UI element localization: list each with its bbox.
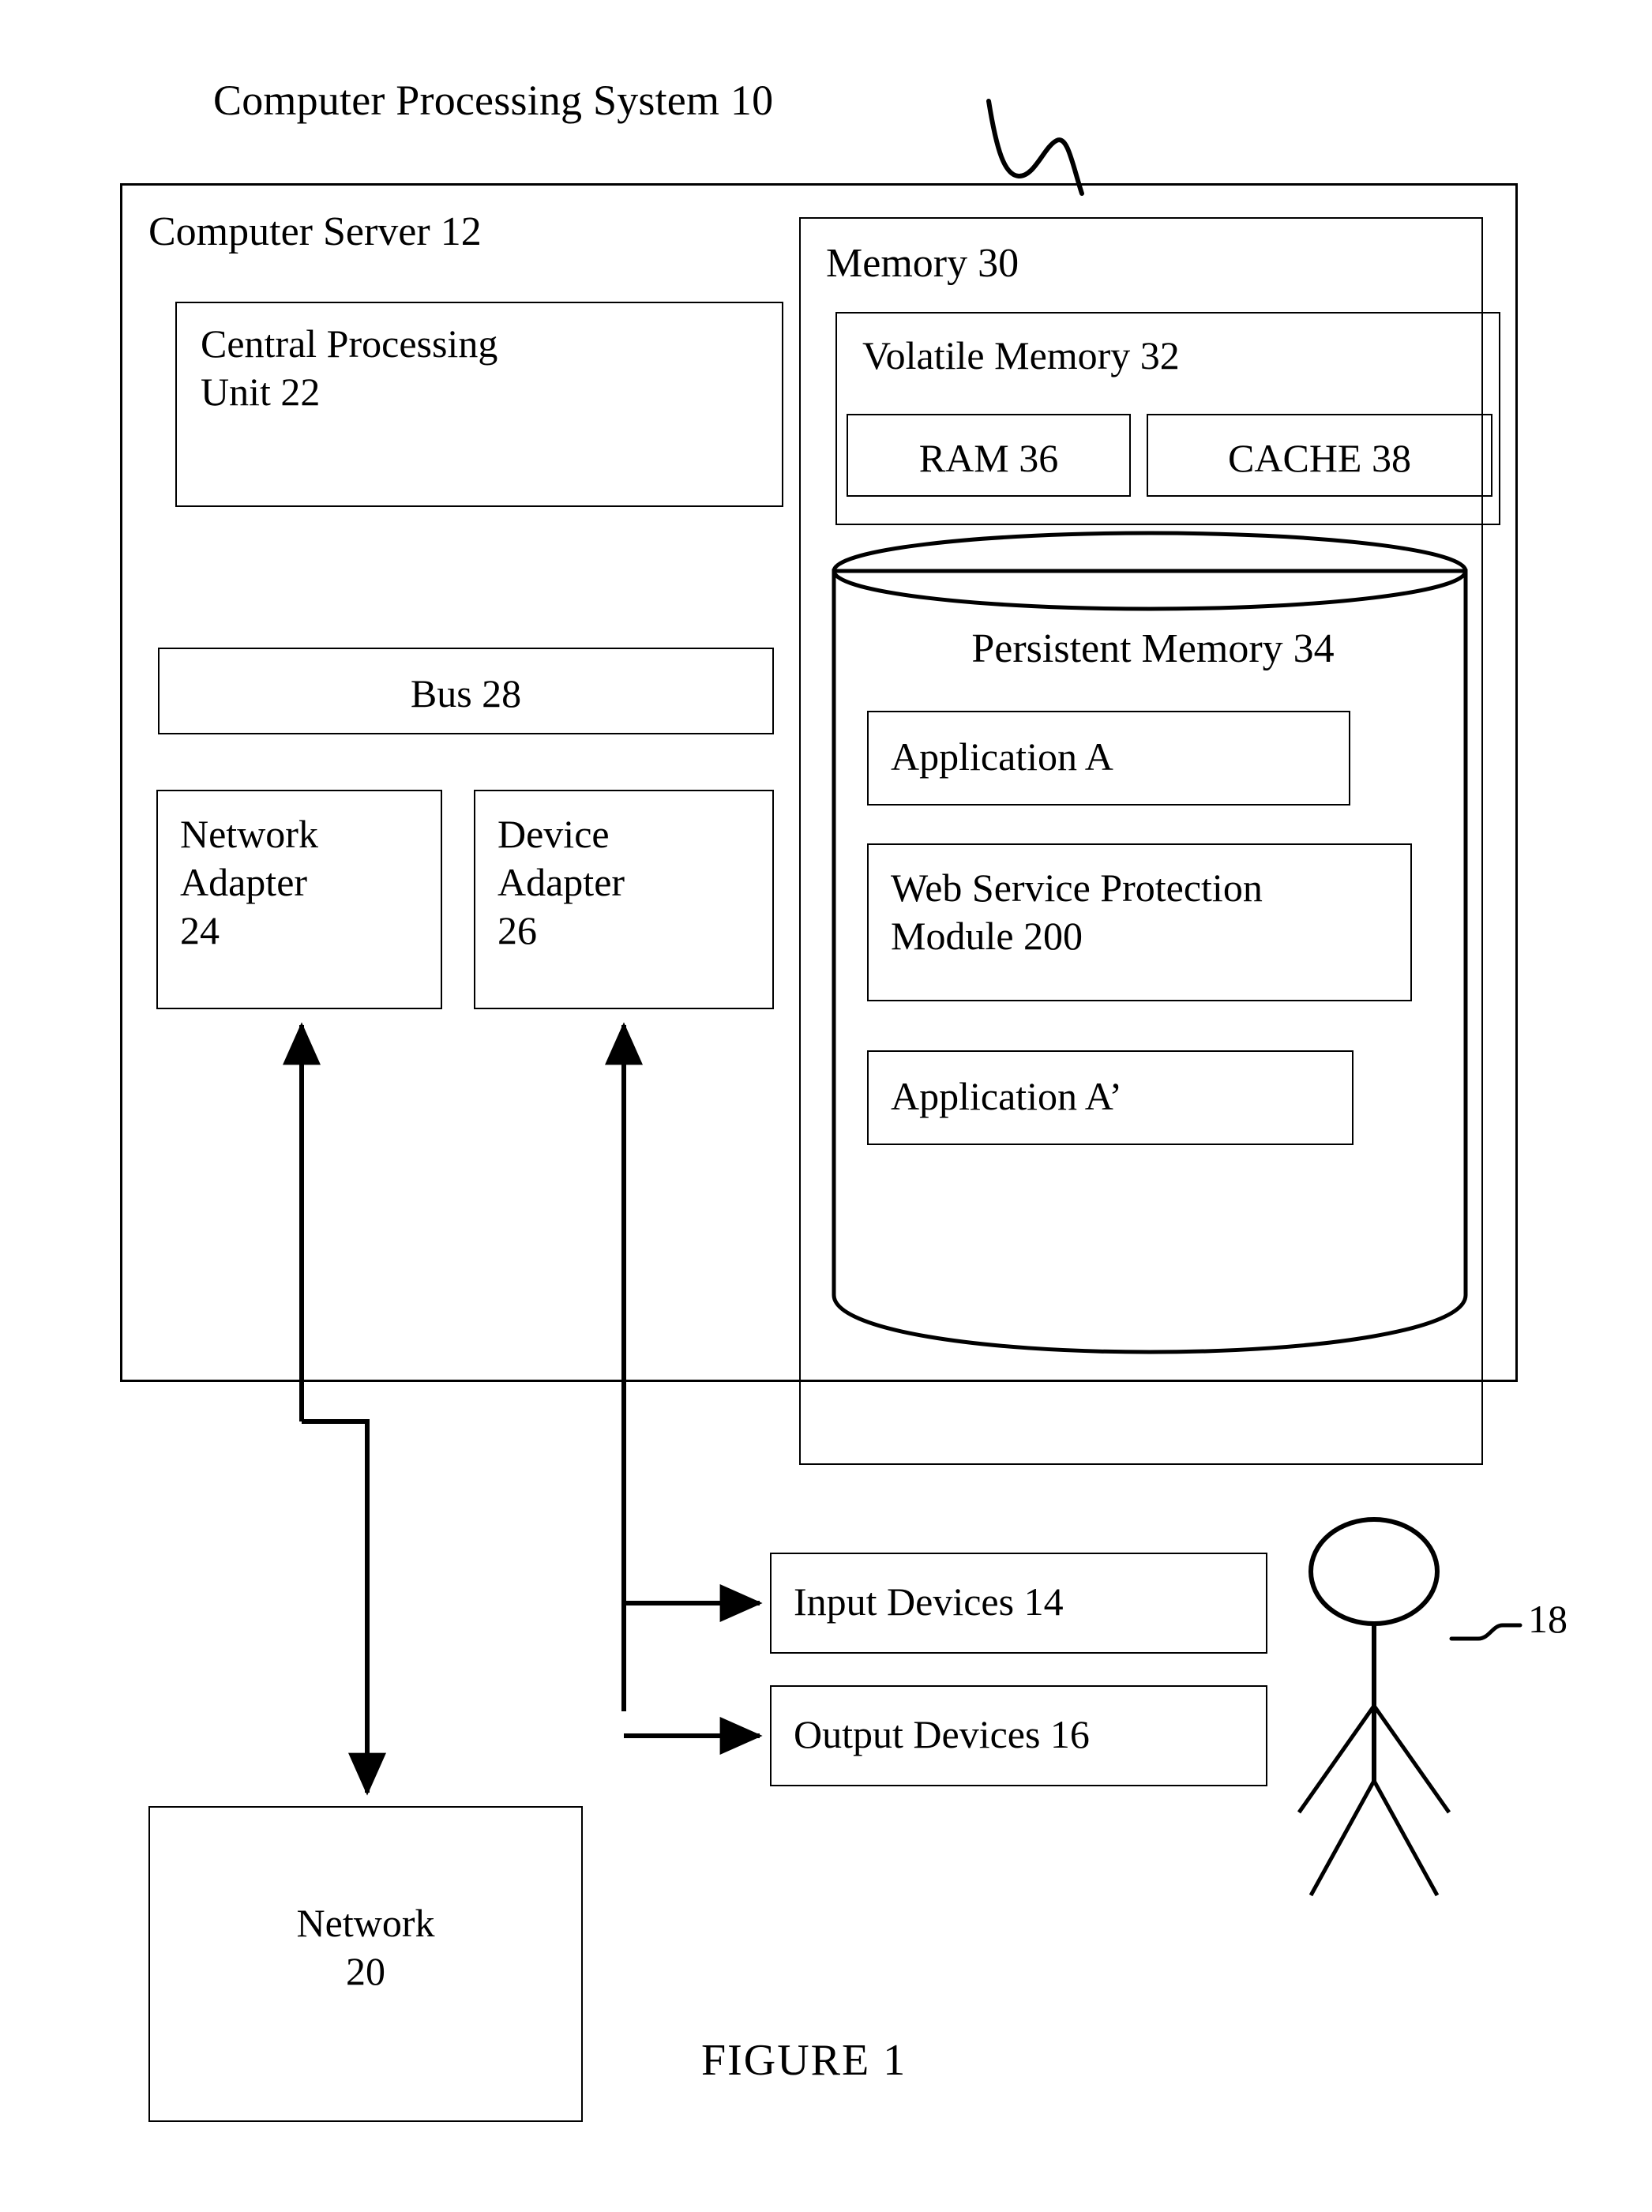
- computer-server-label: Computer Server 12: [148, 209, 482, 254]
- network-adapter-label: Network Adapter 24: [180, 812, 318, 952]
- device-adapter-label: Device Adapter 26: [497, 812, 625, 952]
- user-reference-label: 18: [1528, 1597, 1568, 1641]
- cpu-label: Central Processing Unit 22: [201, 321, 498, 414]
- user-reference-leader: [1449, 1623, 1522, 1641]
- patent-figure-1: Computer Processing System 10 Computer S…: [0, 0, 1652, 2212]
- network-label: Network 20: [296, 1901, 435, 1993]
- network-link-path: [302, 1419, 370, 1789]
- figure-title: Computer Processing System 10: [213, 77, 774, 124]
- input-devices-label: Input Devices 14: [794, 1579, 1064, 1624]
- user-right-arm-icon: [1372, 1704, 1451, 1814]
- user-right-leg-icon: [1372, 1779, 1440, 1897]
- memory-label: Memory 30: [826, 241, 1019, 286]
- user-left-leg-icon: [1308, 1779, 1376, 1897]
- ram-label: RAM 36: [918, 436, 1059, 480]
- figure-caption: FIGURE 1: [701, 2036, 907, 2085]
- persistent-memory-label: Persistent Memory 34: [971, 626, 1335, 671]
- cache-label: CACHE 38: [1228, 436, 1411, 480]
- output-devices-label: Output Devices 16: [794, 1712, 1090, 1756]
- user-head-icon: [1308, 1517, 1440, 1626]
- application-a-label: Application A: [891, 734, 1113, 779]
- web-service-protection-module-label: Web Service Protection Module 200: [891, 866, 1263, 958]
- application-a-prime-label: Application A’: [891, 1074, 1123, 1118]
- title-leader-squiggle: [986, 99, 1084, 196]
- volatile-memory-label: Volatile Memory 32: [862, 333, 1180, 377]
- user-left-arm-icon: [1297, 1704, 1376, 1814]
- bus-label: Bus 28: [410, 671, 522, 715]
